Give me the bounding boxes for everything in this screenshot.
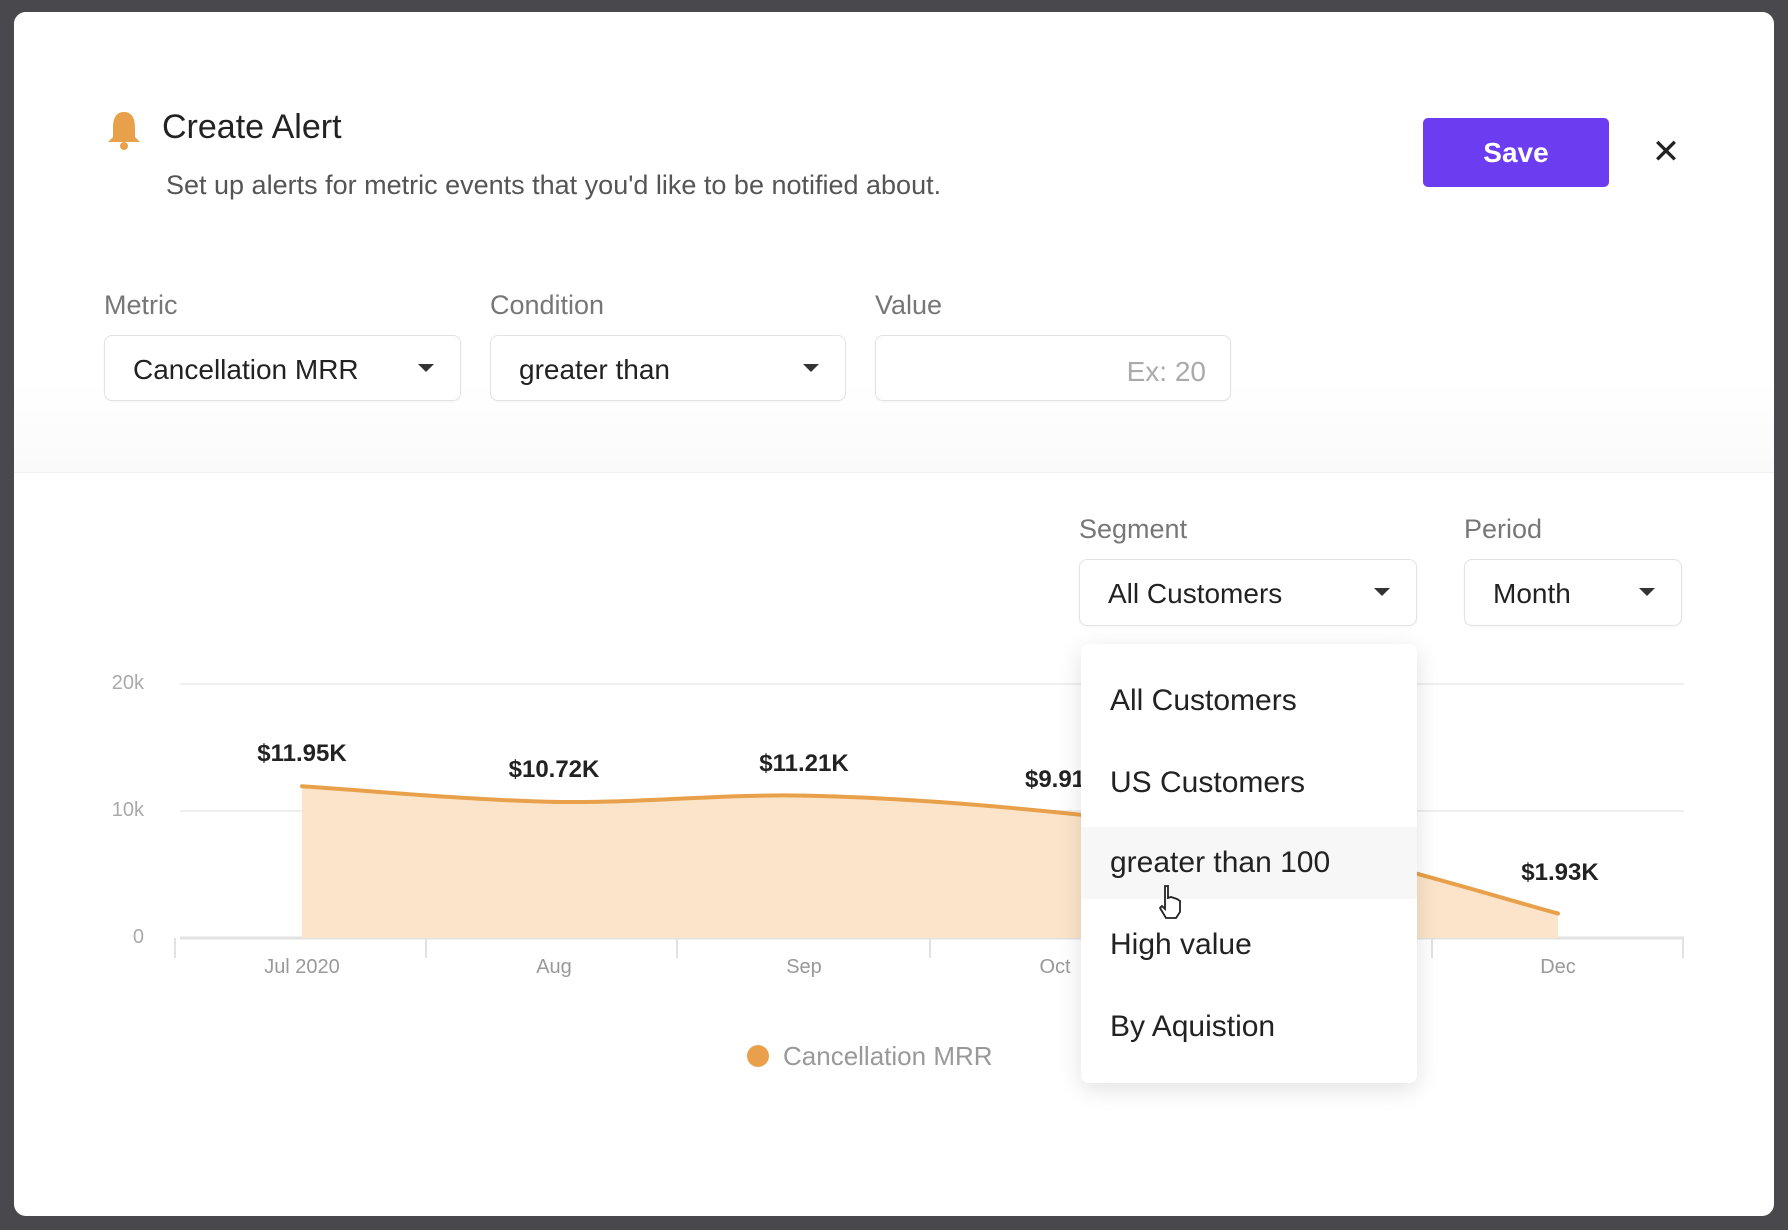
data-point <box>802 793 806 798</box>
menu-item-high-value[interactable]: High value <box>1081 909 1417 981</box>
y-tick-label: 0 <box>132 926 144 948</box>
data-point <box>300 784 304 789</box>
legend-label[interactable]: Cancellation MRR <box>783 1041 993 1072</box>
menu-item-greater-than-100[interactable]: greater than 100 <box>1081 827 1417 899</box>
hand-cursor-icon <box>1158 885 1181 919</box>
x-tick-label: Dec <box>1540 956 1576 978</box>
menu-item-by-aquistion[interactable]: By Aquistion <box>1081 991 1417 1063</box>
data-label: $1.93K <box>1521 859 1599 887</box>
segment-dropdown-menu: All Customers US Customers greater than … <box>1081 644 1417 1083</box>
data-label: $11.21K <box>759 749 849 777</box>
data-label: $11.95K <box>257 740 347 768</box>
y-tick-label: 10k <box>111 799 144 821</box>
menu-item-all-customers[interactable]: All Customers <box>1081 665 1417 737</box>
x-tick-label: Aug <box>536 956 572 978</box>
x-tick-label: Sep <box>786 956 822 978</box>
x-tick-label: Jul 2020 <box>264 956 340 978</box>
data-label: $10.72K <box>508 755 600 783</box>
data-point <box>552 799 556 804</box>
data-point <box>1053 810 1057 815</box>
data-point <box>1556 911 1560 916</box>
legend-marker <box>747 1045 769 1067</box>
menu-item-us-customers[interactable]: US Customers <box>1081 747 1417 819</box>
y-tick-label: 20k <box>111 672 144 694</box>
